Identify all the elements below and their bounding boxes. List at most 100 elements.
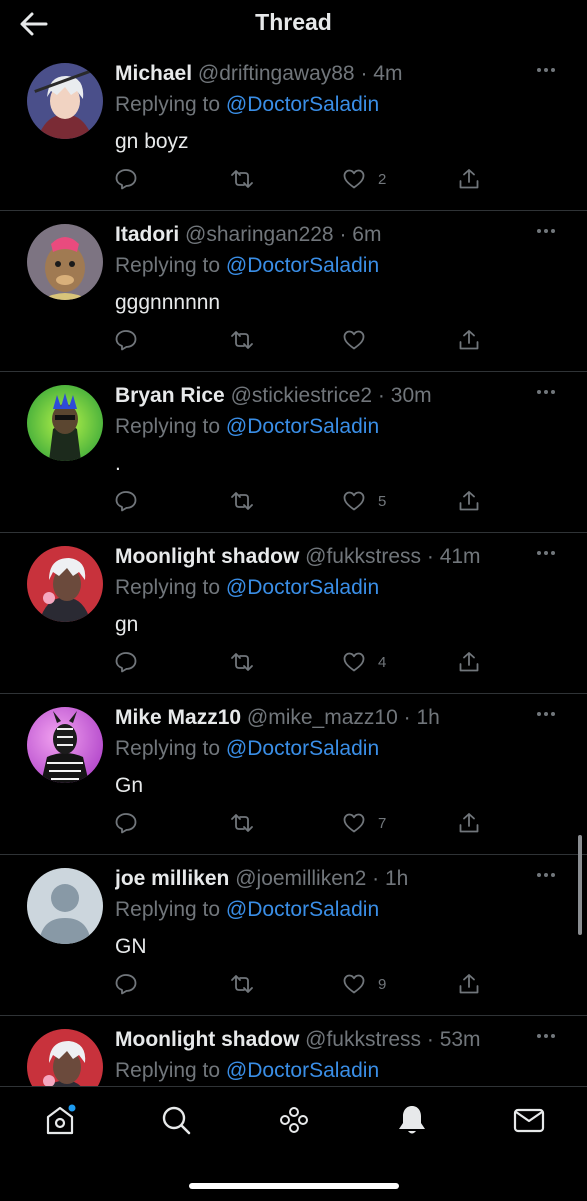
timestamp[interactable]: 30m — [391, 384, 432, 407]
share-button[interactable] — [457, 165, 481, 193]
nav-spaces[interactable] — [277, 1103, 311, 1137]
timestamp[interactable]: 41m — [440, 545, 481, 568]
replying-handle-link[interactable]: @DoctorSaladin — [226, 576, 379, 599]
tweet[interactable]: Bryan Rice @stickiestrice2 · 30m Replyin… — [0, 372, 587, 533]
retweet-button[interactable] — [229, 326, 255, 354]
like-button[interactable]: 5 — [342, 487, 386, 515]
avatar[interactable] — [27, 868, 103, 944]
display-name[interactable]: Moonlight shadow — [115, 545, 299, 568]
timestamp[interactable]: 53m — [440, 1028, 481, 1051]
share-button[interactable] — [457, 487, 481, 515]
separator: · — [426, 1028, 434, 1051]
retweet-button[interactable] — [229, 487, 255, 515]
replying-handle-link[interactable]: @DoctorSaladin — [226, 1059, 379, 1082]
user-handle[interactable]: @fukkstress — [305, 545, 421, 568]
display-name[interactable]: Michael — [115, 62, 192, 85]
tweet[interactable]: Moonlight shadow @fukkstress · 41m Reply… — [0, 533, 587, 694]
more-options-button[interactable] — [535, 1026, 557, 1046]
retweet-button[interactable] — [229, 809, 255, 837]
replying-prefix: Replying to — [115, 737, 221, 760]
avatar[interactable] — [27, 63, 103, 139]
thread-feed[interactable]: Michael @driftingaway88 · 4m Replying to… — [0, 50, 587, 1086]
more-options-button[interactable] — [535, 704, 557, 724]
retweet-icon — [231, 814, 253, 832]
replying-handle-link[interactable]: @DoctorSaladin — [226, 898, 379, 921]
replying-handle-link[interactable]: @DoctorSaladin — [226, 415, 379, 438]
replying-to: Replying to @DoctorSaladin — [115, 93, 379, 117]
share-button[interactable] — [457, 326, 481, 354]
retweet-button[interactable] — [229, 165, 255, 193]
display-name[interactable]: joe milliken — [115, 867, 229, 890]
reply-button[interactable] — [114, 970, 138, 998]
like-button[interactable]: 9 — [342, 970, 386, 998]
reply-button[interactable] — [114, 165, 138, 193]
more-options-button[interactable] — [535, 60, 557, 80]
share-icon — [459, 813, 479, 833]
reply-button[interactable] — [114, 487, 138, 515]
user-handle[interactable]: @driftingaway88 — [198, 62, 355, 85]
avatar[interactable] — [27, 385, 103, 461]
replying-to: Replying to @DoctorSaladin — [115, 576, 379, 600]
avatar[interactable] — [27, 546, 103, 622]
heart-icon — [343, 652, 365, 672]
tweet-header: joe milliken @joemilliken2 · 1h — [115, 867, 527, 891]
like-button[interactable]: 7 — [342, 809, 386, 837]
timestamp[interactable]: 1h — [416, 706, 439, 729]
share-icon — [459, 652, 479, 672]
like-button[interactable]: 4 — [342, 648, 386, 676]
tweet[interactable]: Itadori @sharingan228 · 6m Replying to @… — [0, 211, 587, 372]
user-handle[interactable]: @stickiestrice2 — [231, 384, 373, 407]
retweet-button[interactable] — [229, 970, 255, 998]
home-indicator[interactable] — [189, 1183, 399, 1189]
tweet-actions: 5 — [114, 487, 494, 515]
timestamp[interactable]: 6m — [352, 223, 381, 246]
display-name[interactable]: Bryan Rice — [115, 384, 225, 407]
avatar[interactable] — [27, 224, 103, 300]
share-button[interactable] — [457, 809, 481, 837]
tweet[interactable]: Mike Mazz10 @mike_mazz10 · 1h Replying t… — [0, 694, 587, 855]
share-icon — [459, 169, 479, 189]
separator: · — [339, 223, 347, 246]
tweet[interactable]: Michael @driftingaway88 · 4m Replying to… — [0, 50, 587, 211]
tweet-header: Itadori @sharingan228 · 6m — [115, 223, 527, 247]
tweet-header: Michael @driftingaway88 · 4m — [115, 62, 527, 86]
more-options-button[interactable] — [535, 221, 557, 241]
display-name[interactable]: Mike Mazz10 — [115, 706, 241, 729]
share-button[interactable] — [457, 648, 481, 676]
nav-search[interactable] — [159, 1103, 193, 1137]
like-button[interactable] — [342, 326, 378, 354]
more-options-button[interactable] — [535, 865, 557, 885]
nav-home[interactable] — [43, 1103, 77, 1137]
like-button[interactable]: 2 — [342, 165, 386, 193]
separator: · — [372, 867, 380, 890]
user-handle[interactable]: @fukkstress — [305, 1028, 421, 1051]
replying-handle-link[interactable]: @DoctorSaladin — [226, 254, 379, 277]
replying-handle-link[interactable]: @DoctorSaladin — [226, 737, 379, 760]
share-button[interactable] — [457, 970, 481, 998]
reply-icon — [115, 813, 137, 834]
retweet-button[interactable] — [229, 648, 255, 676]
tweet-text: GN — [115, 935, 147, 958]
replying-prefix: Replying to — [115, 898, 221, 921]
avatar[interactable] — [27, 707, 103, 783]
display-name[interactable]: Itadori — [115, 223, 179, 246]
heart-icon — [343, 491, 365, 511]
reply-button[interactable] — [114, 809, 138, 837]
scrollbar[interactable] — [578, 835, 582, 935]
more-options-button[interactable] — [535, 382, 557, 402]
display-name[interactable]: Moonlight shadow — [115, 1028, 299, 1051]
user-handle[interactable]: @mike_mazz10 — [247, 706, 398, 729]
tweet[interactable]: joe milliken @joemilliken2 · 1h Replying… — [0, 855, 587, 1016]
reply-button[interactable] — [114, 326, 138, 354]
timestamp[interactable]: 4m — [373, 62, 402, 85]
avatar[interactable] — [27, 1029, 103, 1086]
tweet[interactable]: Moonlight shadow @fukkstress · 53m Reply… — [0, 1016, 587, 1086]
nav-notifications[interactable] — [395, 1103, 429, 1137]
more-options-button[interactable] — [535, 543, 557, 563]
reply-button[interactable] — [114, 648, 138, 676]
user-handle[interactable]: @sharingan228 — [185, 223, 334, 246]
replying-handle-link[interactable]: @DoctorSaladin — [226, 93, 379, 116]
timestamp[interactable]: 1h — [385, 867, 408, 890]
nav-messages[interactable] — [512, 1103, 546, 1137]
user-handle[interactable]: @joemilliken2 — [235, 867, 366, 890]
